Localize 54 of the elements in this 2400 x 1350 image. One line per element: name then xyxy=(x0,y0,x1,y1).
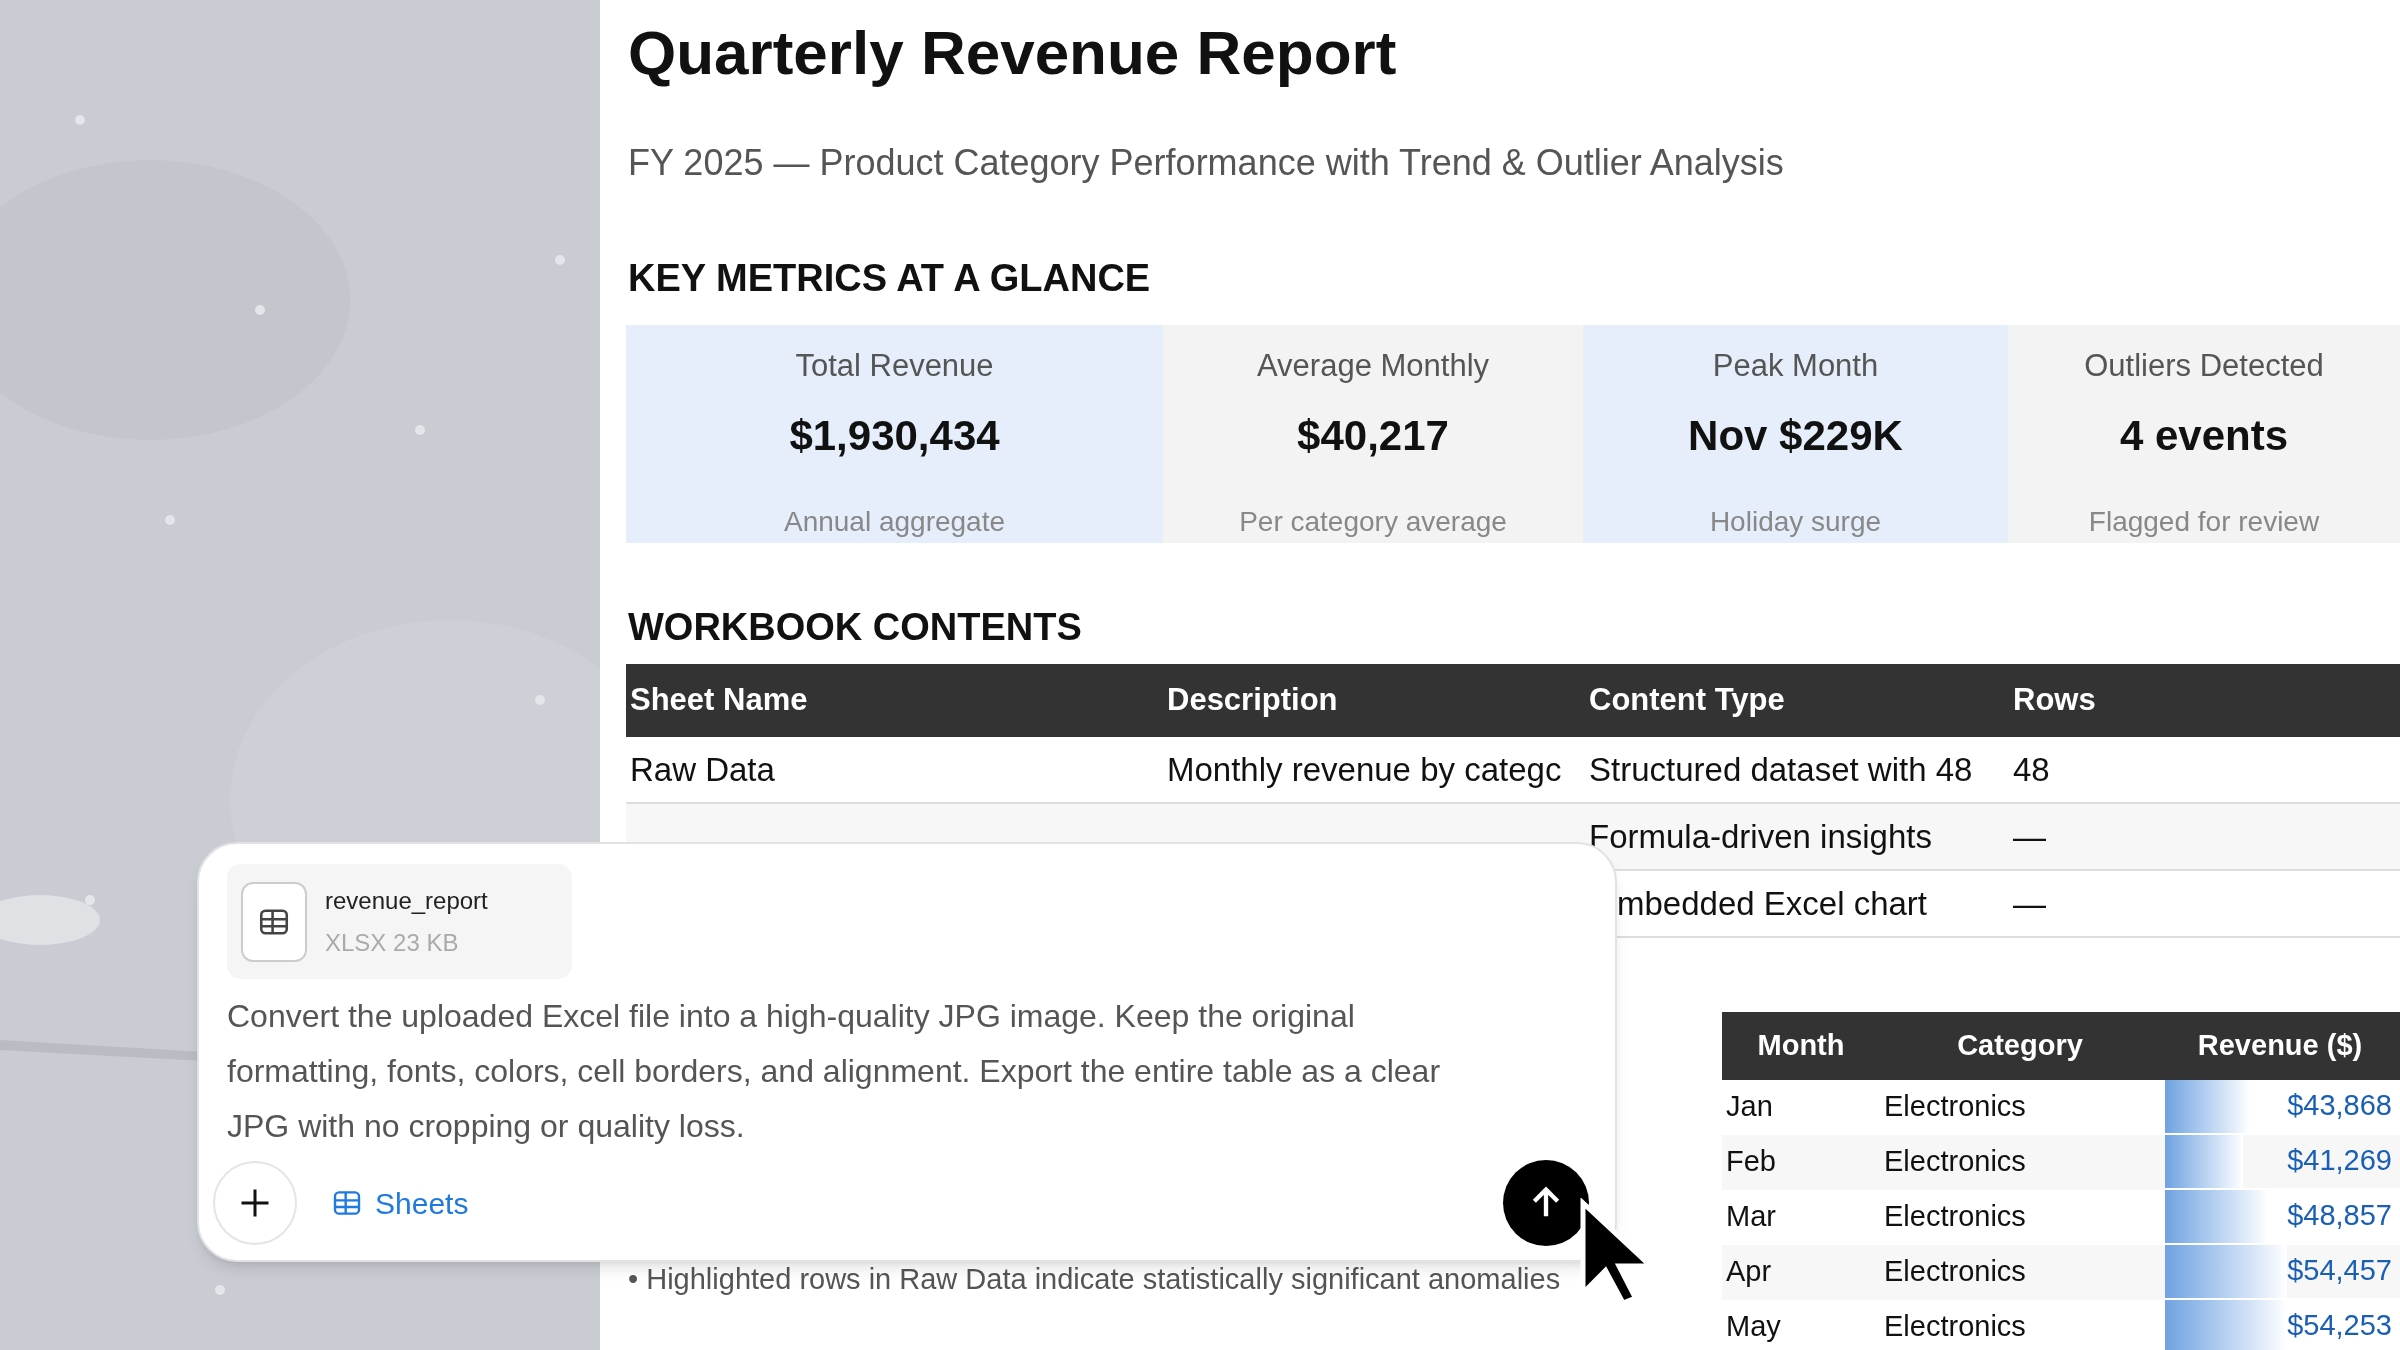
metric-value: $40,217 xyxy=(1297,410,1449,461)
table-cell-text: Electronics xyxy=(1883,1089,2027,1125)
table-cell: Structured dataset with 48 xyxy=(1589,750,1973,788)
file-meta: XLSX 23 KB xyxy=(325,927,460,958)
metric-label: Peak Month xyxy=(1712,347,1879,385)
column-header: Description xyxy=(1166,680,1339,719)
metric-label: Total Revenue xyxy=(795,347,994,385)
table-cell-text: Electronics xyxy=(1883,1309,2027,1345)
metric-label: Average Monthly xyxy=(1256,347,1490,385)
table-cell-text: May xyxy=(1725,1309,1782,1345)
table-cell: mbedded Excel chart xyxy=(1617,884,1927,922)
metric-value: 4 events xyxy=(2119,410,2289,461)
revenue-value: $54,457 xyxy=(2287,1253,2392,1289)
table-cell: — xyxy=(2013,817,2046,855)
metric-value: Nov $229K xyxy=(1688,410,1903,461)
revenue-value: $54,253 xyxy=(2287,1308,2392,1344)
spreadsheet-file-icon xyxy=(241,881,307,962)
column-header: Content Type xyxy=(1588,680,1786,719)
table-cell-text: Electronics xyxy=(1883,1254,2027,1290)
metric-note: Annual aggregate xyxy=(783,504,1006,539)
revenue-value: $43,868 xyxy=(2287,1088,2392,1124)
revenue-value: $48,857 xyxy=(2287,1198,2392,1234)
revenue-value: $41,269 xyxy=(2287,1143,2392,1179)
file-name: revenue_report xyxy=(325,885,488,916)
add-button[interactable] xyxy=(213,1161,297,1245)
file-attachment[interactable]: revenue_report XLSX 23 KB xyxy=(227,864,572,979)
sheets-tool-button[interactable]: Sheets xyxy=(331,1180,469,1226)
table-cell: Formula-driven insights xyxy=(1589,817,1932,855)
section-heading: KEY METRICS AT A GLANCE xyxy=(628,256,1151,301)
table-cell-text: Electronics xyxy=(1883,1199,2027,1235)
table-cell: — xyxy=(2013,884,2046,922)
report-title: Quarterly Revenue Report xyxy=(628,17,1397,89)
prompt-text[interactable]: Convert the uploaded Excel file into a high-quality JPG image. Keep the original formatting, fonts, colors, cell borders, and alignment. Export the entire table as a clear JPG with no cropping or quality loss. xyxy=(227,989,1477,1154)
table-cell: Monthly revenue by categc xyxy=(1167,750,1562,788)
table-cell: 48 xyxy=(2013,750,2050,788)
table-cell: Raw Data xyxy=(630,750,775,788)
table-cell-text: Apr xyxy=(1725,1254,1773,1290)
table-cell-text: Jan xyxy=(1725,1089,1774,1125)
footnote: • Highlighted rows in Raw Data indicate statistically significant anomalies xyxy=(628,1261,1561,1297)
column-header: Sheet Name xyxy=(629,680,809,719)
table-cell-text: Mar xyxy=(1725,1199,1777,1235)
metric-note: Holiday surge xyxy=(1709,504,1882,539)
section-heading: WORKBOOK CONTENTS xyxy=(628,604,1082,650)
report-subtitle: FY 2025 — Product Category Performance with Trend & Outlier Analysis xyxy=(628,141,1784,185)
column-header: Revenue ($) xyxy=(2196,1027,2364,1063)
column-header: Month xyxy=(1756,1027,1846,1063)
column-header: Rows xyxy=(2012,680,2097,719)
column-header: Category xyxy=(1956,1027,2084,1063)
table-cell-text: Electronics xyxy=(1883,1144,2027,1180)
metric-note: Per category average xyxy=(1239,504,1507,539)
metric-value: $1,930,434 xyxy=(789,410,1000,461)
metric-label: Outliers Detected xyxy=(2084,347,2324,385)
metric-note: Flagged for review xyxy=(2088,504,2320,539)
table-cell-text: Feb xyxy=(1725,1144,1777,1180)
